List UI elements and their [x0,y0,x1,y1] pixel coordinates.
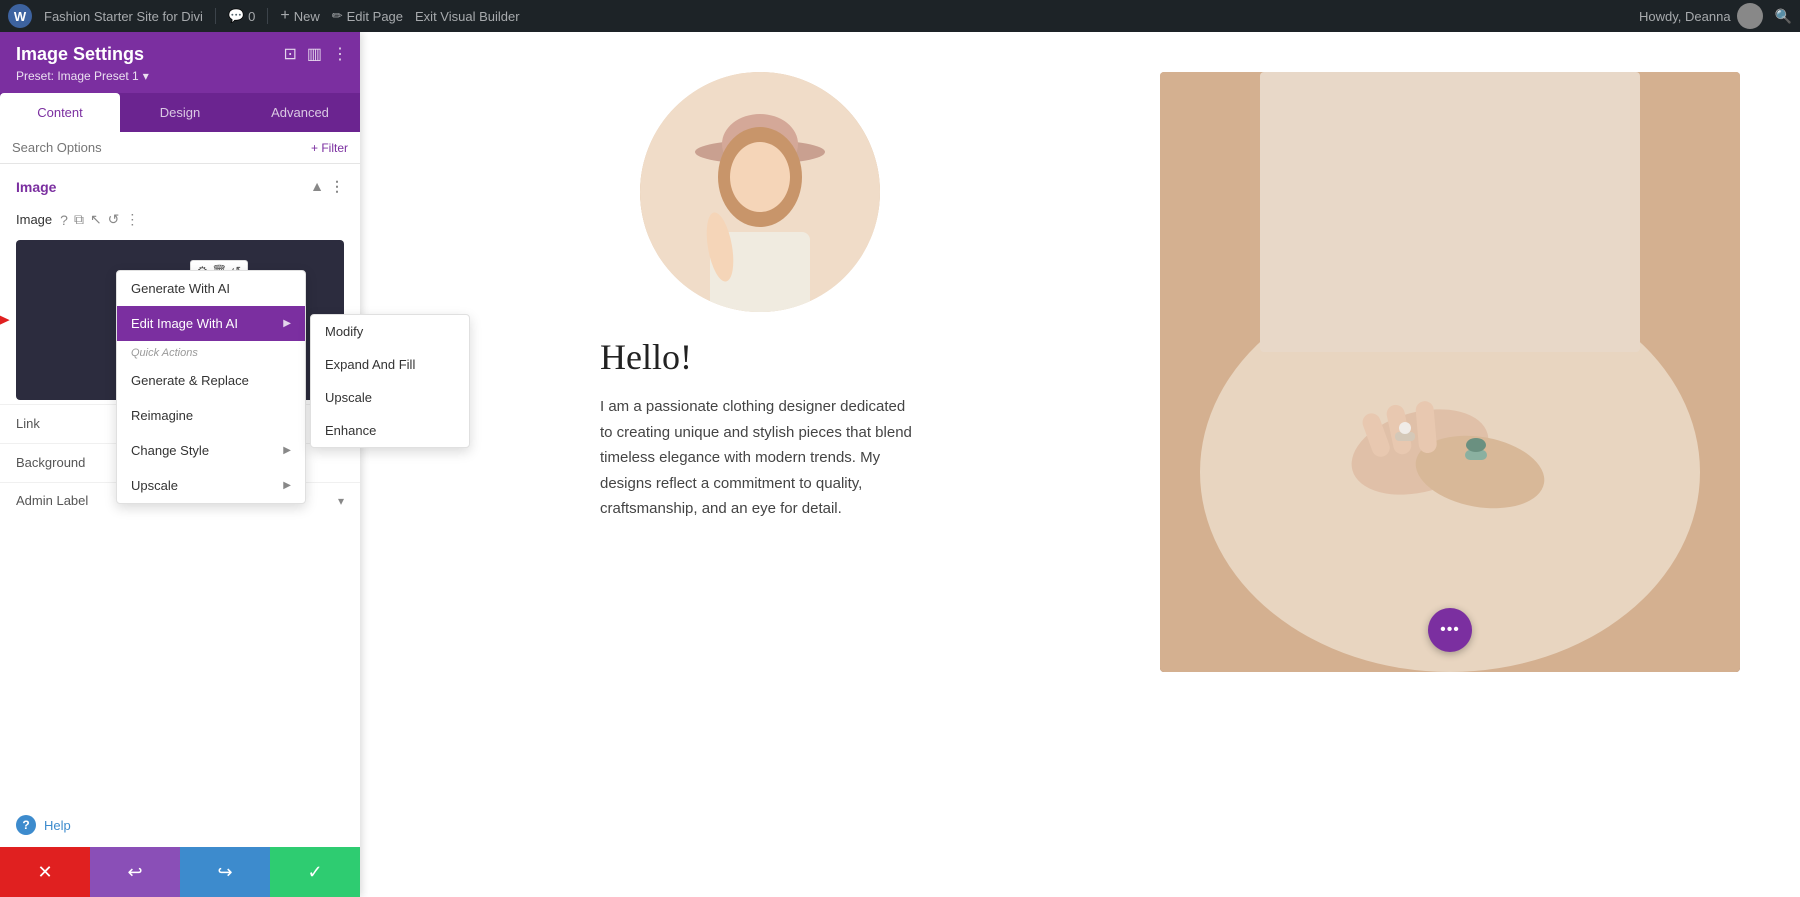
help-icon: ? [16,815,36,835]
reset-icon[interactable]: ↺ [108,211,120,228]
dropdown-change-style[interactable]: Change Style ▶ [117,433,305,468]
dropdown-enhance[interactable]: Enhance [311,414,469,447]
top-bar: W Fashion Starter Site for Divi 💬 0 + Ne… [0,0,1800,32]
copy-icon[interactable]: ⧉ [74,211,84,228]
dropdown-primary: Generate With AI Edit Image With AI ▶ Qu… [116,270,306,504]
admin-label: Admin Label [16,493,88,508]
page-content: Hello! I am a passionate clothing design… [360,32,1800,897]
cancel-button[interactable]: ✕ [0,847,90,897]
upscale-chevron: ▶ [283,480,291,491]
collapse-icon[interactable]: ▲ [310,178,324,195]
edit-page-button[interactable]: ✏ Edit Page [332,8,403,24]
link-label: Link [16,416,40,431]
top-bar-right: Howdy, Deanna 🔍 [1639,3,1792,29]
help-circle-icon[interactable]: ? [60,212,68,228]
comments-link[interactable]: 💬 0 [228,8,255,24]
section-title: Image ▲ ⋮ [16,178,344,195]
image-field-icons: ? ⧉ ↖ ↺ ⋮ [60,211,139,228]
responsive-icon[interactable]: ⊡ [283,44,296,64]
plus-icon: + [280,7,289,25]
woman-figure [640,72,880,312]
search-row: + Filter [0,132,360,164]
change-style-chevron: ▶ [283,445,291,456]
section-actions: ▲ ⋮ [310,178,344,195]
edit-image-submenu-chevron: ▶ [283,318,291,329]
dropdown-modify[interactable]: Modify [311,315,469,348]
wordpress-icon[interactable]: W [8,4,32,28]
dropdown-upscale-sub[interactable]: Upscale [311,381,469,414]
sidebar-tabs: Content Design Advanced [0,93,360,132]
image-section: Image ▲ ⋮ [0,164,360,203]
comment-bubble-icon: 💬 [228,8,244,24]
more-options-icon[interactable]: ⋮ [332,44,348,64]
dropdown-generate-with-ai[interactable]: Generate With AI [117,271,305,306]
redo-button[interactable]: ↪ [180,847,270,897]
dropdown-upscale[interactable]: Upscale ▶ [117,468,305,503]
tab-advanced[interactable]: Advanced [240,93,360,132]
dropdown-expand-and-fill[interactable]: Expand And Fill [311,348,469,381]
search-button[interactable]: 🔍 [1775,8,1792,25]
page-left-column: Hello! I am a passionate clothing design… [420,72,1100,522]
filter-button[interactable]: + Filter [311,141,348,155]
page-right-column: ••• [1160,72,1740,672]
image-field-row: Image ? ⧉ ↖ ↺ ⋮ [0,203,360,236]
tab-content[interactable]: Content [0,93,120,132]
top-bar-divider [215,8,216,24]
search-input[interactable] [12,140,303,155]
user-avatar [1737,3,1763,29]
dropdown-secondary: Modify Expand And Fill Upscale Enhance [310,314,470,448]
sidebar-panel: Image Settings Preset: Image Preset 1 ▾ … [0,32,360,897]
section-more-icon[interactable]: ⋮ [330,178,344,195]
dropdown-reimagine[interactable]: Reimagine [117,398,305,433]
profile-image [640,72,880,312]
image-field-label: Image [16,212,52,227]
preset-label[interactable]: Preset: Image Preset 1 ▾ [16,69,344,83]
page-description: I am a passionate clothing designer dedi… [600,394,920,522]
site-name[interactable]: Fashion Starter Site for Divi [44,9,203,24]
sidebar-header: Image Settings Preset: Image Preset 1 ▾ … [0,32,360,93]
sidebar-bottom-bar: ✕ ↩ ↪ ✓ [0,847,360,897]
page-text-block: Hello! I am a passionate clothing design… [600,336,920,522]
more-icon[interactable]: ⋮ [125,211,139,228]
image-preview-area: ➤ ⚙ 🗑 ↺ Generate With AI Edit Image With… [16,240,344,400]
top-bar-divider-2 [267,8,268,24]
cursor-icon[interactable]: ↖ [90,211,102,228]
layout-icon[interactable]: ▥ [307,44,322,64]
dropdown-quick-actions-header: Quick Actions [117,341,305,363]
dropdown-container: Generate With AI Edit Image With AI ▶ Qu… [116,270,470,504]
help-link[interactable]: Help [44,818,71,833]
dropdown-edit-image-with-ai[interactable]: Edit Image With AI ▶ [117,306,305,341]
user-greeting: Howdy, Deanna [1639,3,1763,29]
red-arrow-indicator: ➤ [0,303,11,338]
right-image: ••• [1160,72,1740,672]
exit-visual-builder-button[interactable]: Exit Visual Builder [415,9,520,24]
page-main: Hello! I am a passionate clothing design… [360,32,1800,712]
new-button[interactable]: + New [280,7,319,25]
hello-heading: Hello! [600,336,920,378]
background-label: Background [16,455,85,470]
undo-button[interactable]: ↩ [90,847,180,897]
help-section: ? Help [0,803,360,847]
dropdown-generate-replace[interactable]: Generate & Replace [117,363,305,398]
preset-chevron-icon: ▾ [143,69,149,83]
save-button[interactable]: ✓ [270,847,360,897]
tab-design[interactable]: Design [120,93,240,132]
floating-action-button[interactable]: ••• [1428,608,1472,652]
hands-image [1160,72,1740,672]
sidebar-header-icons: ⊡ ▥ ⋮ [283,44,348,64]
pencil-icon: ✏ [332,8,343,24]
main-layout: Image Settings Preset: Image Preset 1 ▾ … [0,32,1800,897]
